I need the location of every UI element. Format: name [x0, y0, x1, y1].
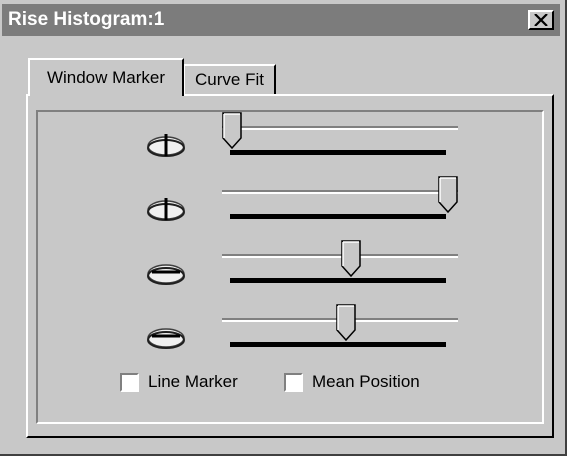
mean-position-checkbox[interactable] [284, 372, 303, 392]
slider-bar [230, 342, 446, 347]
window-title: Rise Histogram:1 [8, 9, 165, 30]
slider-thumb[interactable] [222, 112, 242, 150]
tab-window-marker-label: Window Marker [46, 68, 166, 87]
title-bar[interactable]: Rise Histogram:1 [2, 4, 560, 36]
marker-slider-1[interactable] [222, 112, 458, 156]
slider-track [222, 126, 458, 130]
marker-group-box: Line Marker Mean Position [36, 110, 544, 424]
vertical-marker-icon [146, 132, 186, 158]
slider-bar [230, 214, 446, 219]
horizontal-marker-icon [146, 260, 186, 286]
line-marker-label: Line Marker [148, 372, 238, 391]
window-marker-panel: Line Marker Mean Position [26, 94, 554, 438]
tab-curve-fit-label: Curve Fit [195, 70, 264, 89]
rise-histogram-window: Rise Histogram:1 Window Marker Curve Fit [0, 0, 567, 456]
marker-slider-2[interactable] [222, 176, 458, 220]
slider-thumb[interactable] [336, 304, 357, 342]
slider-bar [230, 278, 446, 283]
line-marker-checkbox[interactable] [120, 372, 139, 392]
vertical-marker-icon [146, 196, 186, 222]
slider-thumb[interactable] [438, 176, 458, 214]
marker-slider-4[interactable] [222, 304, 458, 348]
mean-position-option[interactable]: Mean Position [284, 372, 420, 392]
line-marker-option[interactable]: Line Marker [120, 372, 238, 392]
tab-curve-fit[interactable]: Curve Fit [184, 64, 276, 94]
tab-window-marker[interactable]: Window Marker [28, 58, 184, 96]
slider-bar [230, 150, 446, 155]
marker-slider-3[interactable] [222, 240, 458, 284]
close-icon [534, 14, 548, 26]
slider-track [222, 190, 458, 194]
horizontal-marker-icon [146, 324, 186, 350]
slider-thumb[interactable] [341, 240, 361, 278]
mean-position-label: Mean Position [312, 372, 420, 391]
close-button[interactable] [528, 10, 554, 30]
